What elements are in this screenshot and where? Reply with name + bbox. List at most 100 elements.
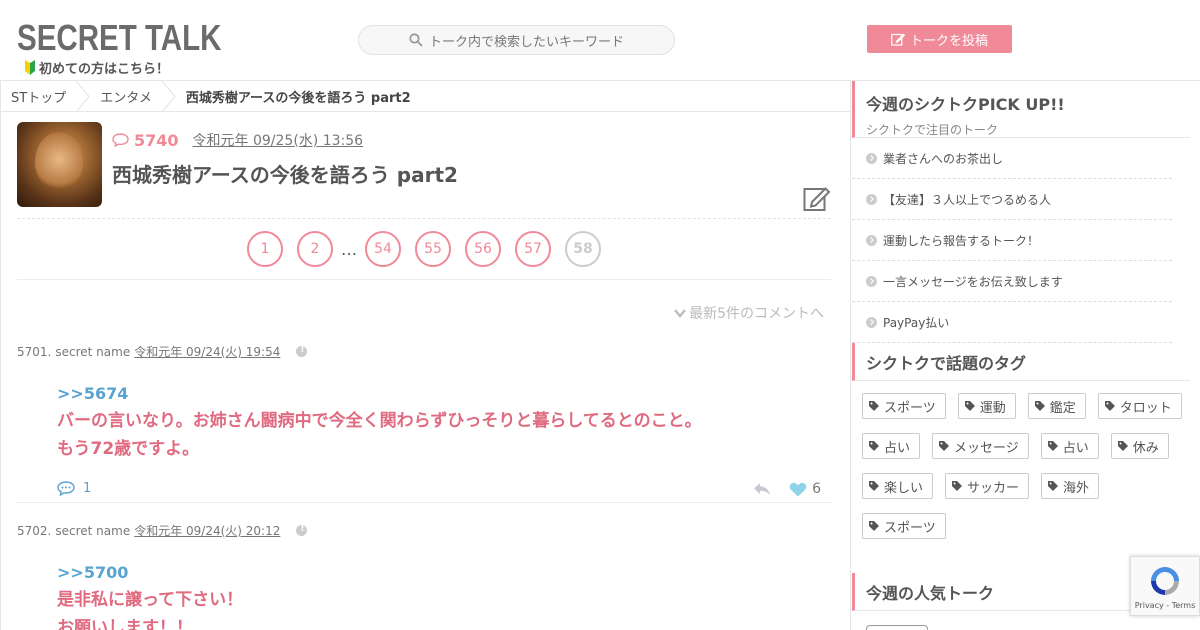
comment-author: secret name [55, 523, 131, 538]
comment-body-line: 是非私に譲って下さい！ [57, 590, 244, 610]
tag-item[interactable]: サッカー [945, 473, 1030, 499]
breadcrumb-separator-icon [76, 81, 90, 112]
report-icon[interactable] [296, 345, 308, 357]
chevron-circle-icon [866, 234, 877, 246]
beginner-link[interactable]: 初めての方はこちら！ [24, 58, 169, 77]
tag-item[interactable]: スポーツ [862, 513, 946, 539]
recaptcha-badge[interactable]: Privacy - Terms [1130, 556, 1200, 616]
recaptcha-label: Privacy - Terms [1134, 600, 1196, 610]
sidebar: 今週のシクトクPICK UP!! シクトクで注目のトーク 業者さんへのお茶出し … [852, 81, 1200, 630]
tag-label: 楽しい [884, 480, 924, 496]
comment-date[interactable]: 令和元年 09/24(火) 20:12 [134, 522, 280, 539]
search-icon [409, 33, 423, 47]
search-placeholder: トーク内で検索したいキーワード [428, 34, 624, 50]
page-current: 58 [565, 231, 601, 267]
breadcrumb-separator-icon [161, 81, 176, 112]
tag-label: 鑑定 [1049, 400, 1076, 416]
comment-anchor-link[interactable]: >>5674 [57, 384, 831, 403]
tag-label: 運動 [979, 400, 1006, 416]
comment-count-value: 5740 [134, 130, 179, 150]
comment-item: 5702. secret name 令和元年 09/24(火) 20:12 >>… [17, 522, 831, 630]
latest-comments-label: 最新5件のコメントへ [689, 306, 824, 322]
site-header: SECRET TALK 初めての方はこちら！ トーク内で検索したいキーワード ト… [0, 0, 1200, 81]
tag-icon [1117, 441, 1128, 451]
comment-number: 5702. [17, 523, 52, 538]
pickup-item[interactable]: 【友達】３人以上でつるめる人 [852, 179, 1172, 220]
tag-label: サッカー [967, 480, 1020, 496]
tag-icon [869, 521, 879, 531]
tag-icon [869, 441, 879, 451]
topic-header: 5740 令和元年 09/25(水) 13:56 西城秀樹アースの今後を語ろう … [17, 122, 831, 219]
tag-icon [1104, 401, 1115, 411]
comment-body: 是非私に譲って下さい！ お願いします！！ [57, 586, 717, 630]
breadcrumb-item-top[interactable]: STトップ [1, 81, 76, 112]
comment-anchor-link[interactable]: >>5700 [57, 563, 831, 582]
pagination: 1 2 … 54 55 56 57 58 [17, 219, 831, 280]
tag-icon [939, 441, 950, 451]
pickup-item[interactable]: 業者さんへのお茶出し [852, 138, 1172, 179]
beginner-link-label: 初めての方はこちら！ [39, 62, 170, 77]
page-link[interactable]: 57 [515, 231, 551, 267]
like-button[interactable]: 6 [789, 481, 821, 497]
post-talk-button[interactable]: トークを投稿 [867, 25, 1012, 53]
tag-label: 占い [1062, 440, 1089, 456]
page-link[interactable]: 54 [365, 231, 401, 267]
chevron-circle-icon [866, 275, 877, 287]
tag-label: タロット [1119, 400, 1172, 416]
topic-title: 西城秀樹アースの今後を語ろう part2 [112, 163, 458, 187]
tag-icon [1047, 441, 1058, 451]
tag-label: 海外 [1063, 480, 1090, 496]
page-link[interactable]: 1 [247, 231, 283, 267]
pickup-header: 今週のシクトクPICK UP!! シクトクで注目のトーク [852, 81, 1190, 138]
page-link[interactable]: 55 [415, 231, 451, 267]
breadcrumb-item-category[interactable]: エンタメ [90, 81, 162, 112]
edit-icon [891, 33, 906, 46]
tag-item[interactable]: 占い [1040, 433, 1099, 459]
latest-comments-link[interactable]: 最新5件のコメントへ [674, 303, 824, 323]
write-comment-icon[interactable] [803, 184, 831, 212]
tag-item[interactable]: 楽しい [862, 473, 934, 499]
reply-icon[interactable] [753, 482, 771, 496]
chevron-circle-icon [866, 193, 877, 205]
tag-item[interactable]: 休み [1110, 433, 1169, 459]
pickup-title: 今週のシクトクPICK UP!! [866, 95, 1065, 114]
tag-item[interactable]: スポーツ [862, 393, 946, 419]
speech-bubble-icon [57, 481, 75, 496]
reply-count[interactable]: 1 [57, 481, 91, 496]
comment-body: バーの言いなり。お姉さん闘病中で今全く関わらずひっそりと暮らしてるとのこと。もう… [57, 411, 702, 459]
page-link[interactable]: 56 [465, 231, 501, 267]
breadcrumb: STトップ エンタメ 西城秀樹アースの今後を語ろう part2 [1, 81, 850, 112]
beginner-mark-icon [25, 60, 35, 75]
comment-item: 5701. secret name 令和元年 09/24(火) 19:54 >>… [17, 343, 831, 503]
tag-item[interactable]: 鑑定 [1027, 393, 1086, 419]
speech-bubble-icon [112, 133, 129, 147]
pickup-item[interactable]: 運動したら報告するトーク！ [852, 220, 1172, 261]
tag-item[interactable]: メッセージ [932, 433, 1029, 459]
weekly-thumbnail [866, 625, 928, 630]
reply-count-value: 1 [83, 481, 92, 496]
pickup-item[interactable]: 一言メッセージをお伝え致します [852, 261, 1172, 302]
chevron-circle-icon [866, 152, 877, 164]
topic-date[interactable]: 令和元年 09/25(水) 13:56 [193, 130, 364, 150]
tag-icon [1048, 481, 1059, 491]
tag-item[interactable]: タロット [1097, 393, 1182, 419]
post-talk-label: トークを投稿 [909, 33, 988, 49]
pickup-item[interactable]: PayPay払い [852, 302, 1172, 343]
tag-label: 休み [1132, 440, 1159, 456]
chevron-down-icon [674, 309, 686, 318]
tag-item[interactable]: 占い [862, 433, 921, 459]
report-icon[interactable] [296, 524, 308, 536]
pickup-subtitle: シクトクで注目のトーク [866, 123, 999, 137]
main-content: STトップ エンタメ 西城秀樹アースの今後を語ろう part2 5740 令和元… [0, 81, 851, 630]
tag-item[interactable]: 海外 [1041, 473, 1100, 499]
comment-number: 5701. [17, 344, 52, 359]
comment-date[interactable]: 令和元年 09/24(火) 19:54 [134, 343, 280, 360]
like-count: 6 [812, 481, 821, 497]
search-input[interactable]: トーク内で検索したいキーワード [358, 25, 675, 55]
tag-item[interactable]: 運動 [957, 393, 1016, 419]
pickup-list: 業者さんへのお茶出し 【友達】３人以上でつるめる人 運動したら報告するトーク！ … [852, 138, 1172, 343]
site-logo[interactable]: SECRET TALK [17, 18, 221, 58]
page-link[interactable]: 2 [297, 231, 333, 267]
topic-thumbnail [17, 122, 102, 207]
tag-icon [964, 401, 975, 411]
